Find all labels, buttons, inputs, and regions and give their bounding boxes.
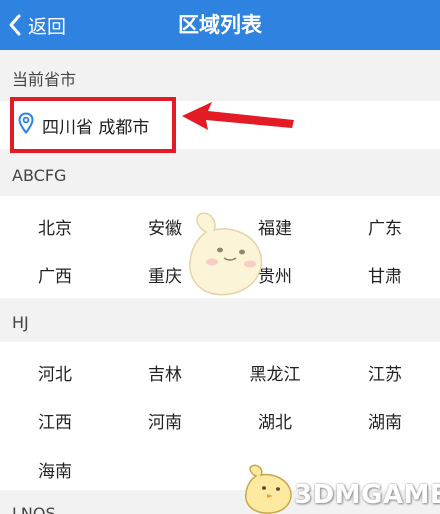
province-item[interactable]: 北京 (0, 214, 110, 239)
annotation-arrow-icon (182, 102, 294, 130)
province-item[interactable]: 湖北 (220, 408, 330, 433)
section-label-group: HJ (12, 313, 29, 332)
mascot-watermark-icon (189, 212, 263, 296)
province-grid-hj: 河北 吉林 黑龙江 江苏 江西 河南 湖北 湖南 海南 (0, 342, 440, 490)
section-label-group: ABCFG (12, 166, 67, 185)
top-bar: 返回 区域列表 (0, 0, 440, 50)
highlight-box (10, 97, 176, 153)
province-item[interactable]: 黑龙江 (220, 360, 330, 385)
province-item[interactable]: 江西 (0, 408, 110, 433)
province-item[interactable]: 湖南 (330, 408, 440, 433)
province-item[interactable]: 甘肃 (330, 262, 440, 287)
province-item[interactable]: 海南 (0, 457, 110, 482)
province-item[interactable]: 江苏 (330, 360, 440, 385)
province-item[interactable]: 河南 (110, 408, 220, 433)
province-item[interactable]: 吉林 (110, 360, 220, 385)
province-item[interactable]: 河北 (0, 360, 110, 385)
section-label-group: LNQS (12, 504, 56, 514)
mascot-logo-icon (245, 464, 292, 514)
section-label-current: 当前省市 (12, 70, 77, 89)
province-item[interactable]: 广东 (330, 214, 440, 239)
province-item[interactable]: 广西 (0, 262, 110, 287)
page-title: 区域列表 (178, 13, 262, 37)
watermark-text: 3DMGAME (294, 480, 440, 510)
